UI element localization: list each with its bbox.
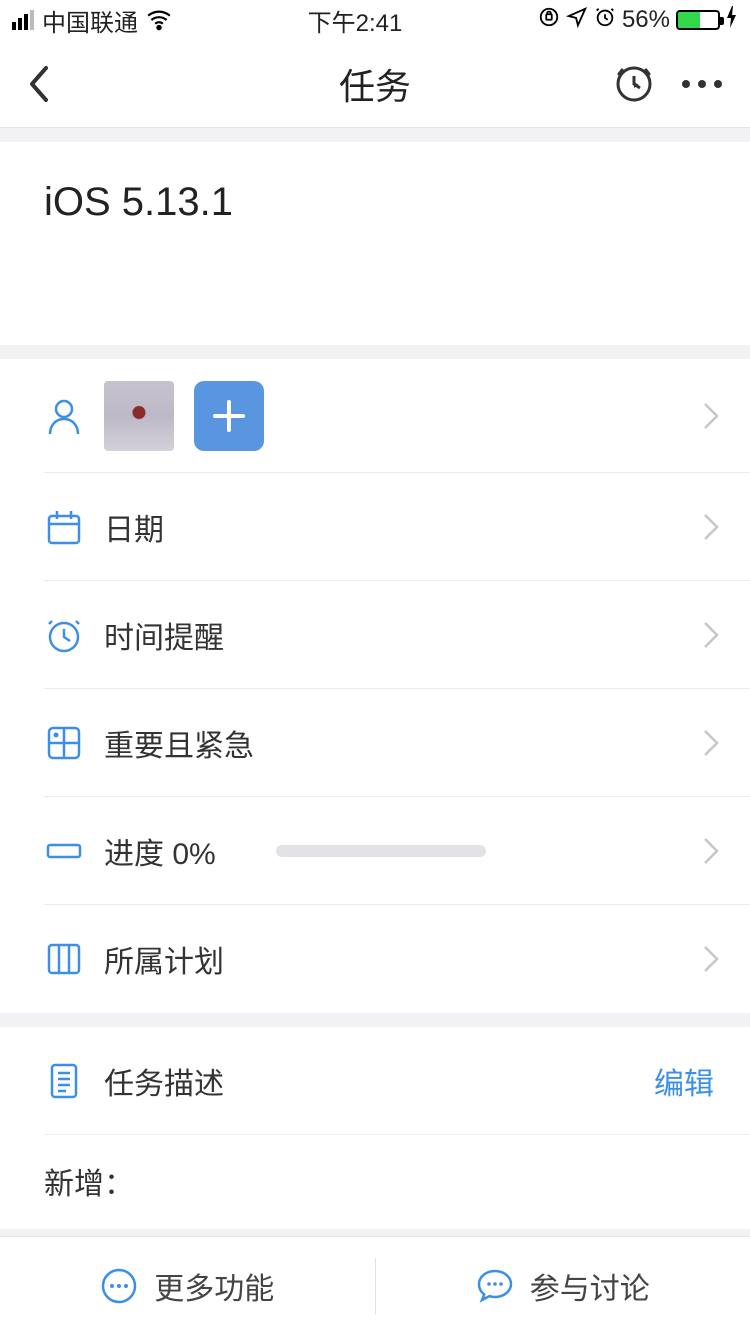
description-label: 任务描述 (104, 1059, 224, 1103)
signal-icon (12, 10, 34, 30)
priority-row[interactable]: 重要且紧急 (0, 689, 750, 797)
history-button[interactable] (614, 64, 654, 104)
location-icon (566, 6, 588, 35)
more-circle-icon (100, 1267, 138, 1305)
progress-bar[interactable] (276, 845, 486, 857)
reminder-label: 时间提醒 (104, 613, 224, 657)
discuss-button[interactable]: 参与讨论 (376, 1237, 750, 1334)
chat-icon (476, 1267, 514, 1305)
wifi-icon (146, 7, 172, 33)
description-body[interactable]: 新增： (0, 1135, 750, 1229)
clock-icon (44, 615, 84, 655)
alarm-icon (594, 6, 616, 35)
chevron-right-icon (702, 401, 720, 431)
chevron-right-icon (702, 836, 720, 866)
status-bar: 中国联通 下午2:41 56% (0, 0, 750, 40)
plan-label: 所属计划 (104, 937, 224, 981)
edit-description-button[interactable]: 编辑 (654, 1059, 714, 1103)
detail-list: 日期 时间提醒 重要且紧急 进度 0% (0, 359, 750, 1013)
progress-icon (44, 831, 84, 871)
calendar-icon (44, 507, 84, 547)
status-right: 56% (538, 6, 738, 35)
description-section: 任务描述 编辑 新增： (0, 1027, 750, 1229)
document-icon (44, 1061, 84, 1101)
person-icon (44, 396, 84, 436)
assignee-row[interactable] (0, 359, 750, 473)
assignee-avatar[interactable] (104, 381, 174, 451)
chevron-right-icon (702, 512, 720, 542)
carrier-label: 中国联通 (42, 3, 138, 38)
add-assignee-button[interactable] (194, 381, 264, 451)
board-icon (44, 939, 84, 979)
progress-label: 进度 0% (104, 829, 216, 873)
plan-row[interactable]: 所属计划 (0, 905, 750, 1013)
status-time: 下午2:41 (308, 3, 403, 38)
task-title-card[interactable]: iOS 5.13.1 (0, 142, 750, 345)
nav-header: 任务 (0, 40, 750, 128)
priority-label: 重要且紧急 (104, 721, 254, 765)
chevron-right-icon (702, 728, 720, 758)
more-button[interactable] (682, 80, 722, 88)
more-actions-button[interactable]: 更多功能 (0, 1237, 375, 1334)
more-actions-label: 更多功能 (154, 1264, 274, 1308)
quadrant-icon (44, 723, 84, 763)
date-label: 日期 (104, 505, 164, 549)
reminder-row[interactable]: 时间提醒 (0, 581, 750, 689)
battery-icon (676, 10, 720, 30)
charging-icon (726, 6, 738, 35)
back-button[interactable] (28, 64, 52, 104)
progress-row[interactable]: 进度 0% (0, 797, 750, 905)
chevron-right-icon (702, 620, 720, 650)
discuss-label: 参与讨论 (530, 1264, 650, 1308)
battery-pct: 56% (622, 6, 670, 34)
task-title: iOS 5.13.1 (44, 180, 706, 225)
description-header-row: 任务描述 编辑 (0, 1027, 750, 1135)
date-row[interactable]: 日期 (0, 473, 750, 581)
orientation-lock-icon (538, 6, 560, 35)
bottom-bar: 更多功能 参与讨论 (0, 1236, 750, 1334)
status-left: 中国联通 (12, 3, 172, 38)
chevron-right-icon (702, 944, 720, 974)
